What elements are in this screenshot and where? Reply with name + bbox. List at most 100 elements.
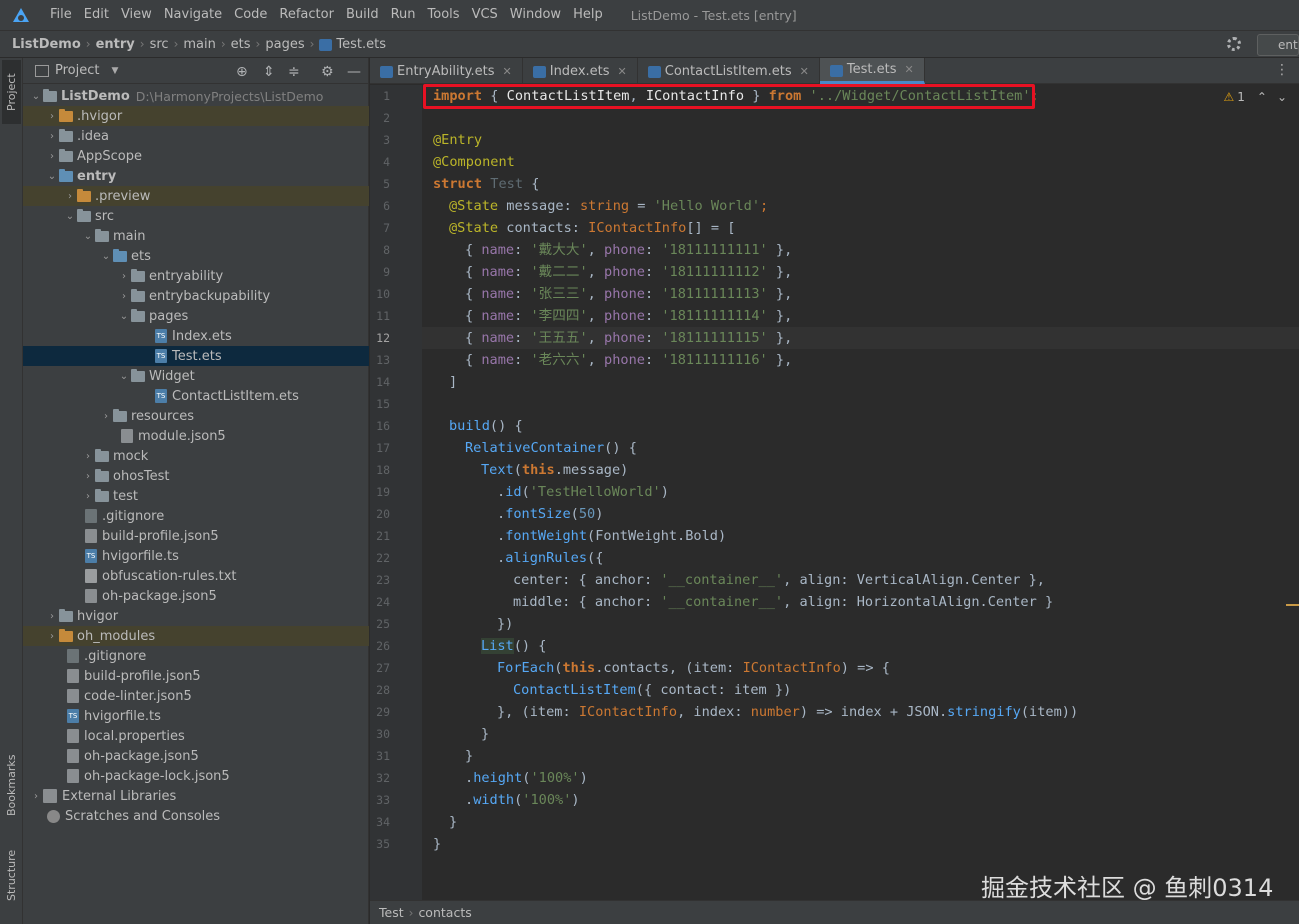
- tree-node-entryability[interactable]: › entryability: [23, 266, 369, 286]
- menu-help[interactable]: Help: [567, 0, 609, 30]
- breadcrumb-pages[interactable]: pages: [265, 37, 304, 52]
- tree-node-oh-package[interactable]: oh-package.json5: [23, 746, 369, 766]
- tree-node-hvigor[interactable]: › hvigor: [23, 606, 369, 626]
- collapse-all-icon[interactable]: ≑: [288, 64, 300, 80]
- chevron-down-icon[interactable]: ⌄: [117, 311, 131, 322]
- close-icon[interactable]: ✕: [618, 65, 627, 78]
- tree-node-entry-oh-package[interactable]: oh-package.json5: [23, 586, 369, 606]
- chevron-right-icon[interactable]: ›: [81, 471, 95, 482]
- settings-gear-icon[interactable]: [1227, 37, 1241, 51]
- hide-panel-icon[interactable]: —: [347, 64, 361, 80]
- options-gear-icon[interactable]: ⚙: [321, 64, 334, 80]
- chevron-right-icon[interactable]: ›: [63, 191, 77, 202]
- tree-node-contactlistitem-ets[interactable]: TS ContactListItem.ets: [23, 386, 369, 406]
- chevron-down-icon[interactable]: ⌄: [45, 171, 59, 182]
- menu-vcs[interactable]: VCS: [466, 0, 504, 30]
- breadcrumb-src[interactable]: src: [150, 37, 169, 52]
- tree-node-hvigorfile[interactable]: TS hvigorfile.ts: [23, 706, 369, 726]
- tree-node-code-linter[interactable]: code-linter.json5: [23, 686, 369, 706]
- menu-refactor[interactable]: Refactor: [273, 0, 340, 30]
- tree-node-resources[interactable]: › resources: [23, 406, 369, 426]
- tab-test[interactable]: Test.ets ✕: [819, 58, 925, 84]
- tree-node-entry-hvigorfile[interactable]: TS hvigorfile.ts: [23, 546, 369, 566]
- tree-node-idea[interactable]: › .idea: [23, 126, 369, 146]
- tree-node-test-ets[interactable]: TS Test.ets: [23, 346, 369, 366]
- chevron-right-icon[interactable]: ›: [99, 411, 113, 422]
- chevron-down-icon[interactable]: ▼: [111, 66, 118, 76]
- breadcrumb-module[interactable]: entry: [96, 37, 135, 52]
- chevron-down-icon[interactable]: ⌄: [81, 231, 95, 242]
- menu-tools[interactable]: Tools: [422, 0, 466, 30]
- tree-node-main[interactable]: ⌄ main: [23, 226, 369, 246]
- menu-run[interactable]: Run: [385, 0, 422, 30]
- breadcrumb-project[interactable]: ListDemo: [12, 37, 81, 52]
- project-panel-title[interactable]: Project: [55, 63, 99, 78]
- tree-node-src[interactable]: ⌄ src: [23, 206, 369, 226]
- tree-node-preview[interactable]: › .preview: [23, 186, 369, 206]
- code-editor[interactable]: import { ContactListItem, IContactInfo }…: [422, 85, 1299, 900]
- tree-node-oh-package-lock[interactable]: oh-package-lock.json5: [23, 766, 369, 786]
- chevron-right-icon[interactable]: ›: [45, 131, 59, 142]
- tab-entryability[interactable]: EntryAbility.ets ✕: [370, 58, 523, 84]
- tree-node-external-libraries[interactable]: › External Libraries: [23, 786, 369, 806]
- chevron-right-icon[interactable]: ›: [81, 451, 95, 462]
- tree-node-ets[interactable]: ⌄ ets: [23, 246, 369, 266]
- tree-node-local-properties[interactable]: local.properties: [23, 726, 369, 746]
- expand-all-icon[interactable]: ⇕: [263, 64, 275, 80]
- tab-contactlistitem[interactable]: ContactListItem.ets ✕: [638, 58, 820, 84]
- tree-node-index-ets[interactable]: TS Index.ets: [23, 326, 369, 346]
- chevron-up-icon[interactable]: ⌃: [1257, 90, 1267, 104]
- tool-tab-structure[interactable]: Structure: [2, 840, 21, 910]
- chevron-right-icon[interactable]: ›: [45, 631, 59, 642]
- tree-node-entrybackupability[interactable]: › entrybackupability: [23, 286, 369, 306]
- tree-node-ohostest[interactable]: › ohosTest: [23, 466, 369, 486]
- inspection-widget[interactable]: ⚠ 1 ⌃ ⌄: [1223, 90, 1287, 104]
- tree-node-scratches[interactable]: Scratches and Consoles: [23, 806, 369, 826]
- menu-code[interactable]: Code: [228, 0, 273, 30]
- chevron-right-icon[interactable]: ›: [29, 791, 43, 802]
- chevron-right-icon[interactable]: ›: [117, 291, 131, 302]
- tree-node-entry-build-profile[interactable]: build-profile.json5: [23, 526, 369, 546]
- tree-node-entry-gitignore[interactable]: .gitignore: [23, 506, 369, 526]
- tree-node-obfuscation-rules[interactable]: obfuscation-rules.txt: [23, 566, 369, 586]
- tree-node-test[interactable]: › test: [23, 486, 369, 506]
- run-configuration-selector[interactable]: ent: [1257, 34, 1299, 56]
- tool-tab-project[interactable]: Project: [2, 60, 21, 124]
- tree-node-oh-modules[interactable]: › oh_modules: [23, 626, 369, 646]
- tree-node-root[interactable]: ⌄ ListDemo D:\HarmonyProjects\ListDemo: [23, 86, 369, 106]
- chevron-down-icon[interactable]: ⌄: [117, 371, 131, 382]
- close-icon[interactable]: ✕: [904, 63, 913, 76]
- tree-node-widget[interactable]: ⌄ Widget: [23, 366, 369, 386]
- chevron-down-icon[interactable]: ⌄: [63, 211, 77, 222]
- tree-node-pages[interactable]: ⌄ pages: [23, 306, 369, 326]
- close-icon[interactable]: ✕: [800, 65, 809, 78]
- chevron-right-icon[interactable]: ›: [81, 491, 95, 502]
- tab-index[interactable]: Index.ets ✕: [523, 58, 638, 84]
- menu-window[interactable]: Window: [504, 0, 567, 30]
- breadcrumb-file[interactable]: Test.ets: [336, 37, 386, 52]
- chevron-down-icon[interactable]: ⌄: [29, 91, 43, 102]
- tree-node-appscope[interactable]: › AppScope: [23, 146, 369, 166]
- breadcrumb-ets[interactable]: ets: [231, 37, 251, 52]
- chevron-down-icon[interactable]: ⌄: [99, 251, 113, 262]
- chevron-down-icon[interactable]: ⌄: [1277, 90, 1287, 104]
- menu-edit[interactable]: Edit: [78, 0, 115, 30]
- locate-file-icon[interactable]: ⊕: [236, 64, 248, 80]
- tree-node-mock[interactable]: › mock: [23, 446, 369, 466]
- tree-node-build-profile[interactable]: build-profile.json5: [23, 666, 369, 686]
- tree-node-entry[interactable]: ⌄ entry: [23, 166, 369, 186]
- close-icon[interactable]: ✕: [503, 65, 512, 78]
- menu-file[interactable]: File: [44, 0, 78, 30]
- tree-node-hvigor-dir[interactable]: › .hvigor: [23, 106, 369, 126]
- chevron-right-icon[interactable]: ›: [45, 151, 59, 162]
- menu-navigate[interactable]: Navigate: [158, 0, 228, 30]
- tree-node-module-json5[interactable]: module.json5: [23, 426, 369, 446]
- chevron-right-icon[interactable]: ›: [45, 611, 59, 622]
- more-vertical-icon[interactable]: ⋮: [1275, 62, 1289, 78]
- chevron-right-icon[interactable]: ›: [45, 111, 59, 122]
- breadcrumb-main[interactable]: main: [183, 37, 215, 52]
- tool-tab-bookmarks[interactable]: Bookmarks: [2, 744, 21, 826]
- status-crumb-contacts[interactable]: contacts: [418, 905, 471, 920]
- chevron-right-icon[interactable]: ›: [117, 271, 131, 282]
- tree-node-gitignore[interactable]: .gitignore: [23, 646, 369, 666]
